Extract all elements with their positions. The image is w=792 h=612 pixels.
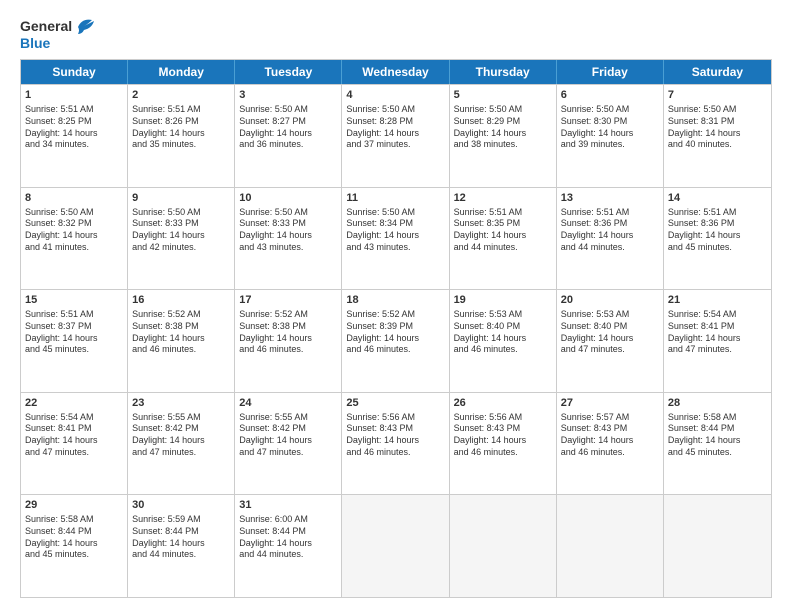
calendar-cell: 4Sunrise: 5:50 AM Sunset: 8:28 PM Daylig…	[342, 85, 449, 187]
calendar: SundayMondayTuesdayWednesdayThursdayFrid…	[20, 59, 772, 598]
header-day-monday: Monday	[128, 60, 235, 84]
calendar-cell: 11Sunrise: 5:50 AM Sunset: 8:34 PM Dayli…	[342, 188, 449, 290]
calendar-cell: 20Sunrise: 5:53 AM Sunset: 8:40 PM Dayli…	[557, 290, 664, 392]
page-header: General Blue	[20, 18, 772, 51]
calendar-cell: 1Sunrise: 5:51 AM Sunset: 8:25 PM Daylig…	[21, 85, 128, 187]
calendar-cell: 9Sunrise: 5:50 AM Sunset: 8:33 PM Daylig…	[128, 188, 235, 290]
calendar-cell: 3Sunrise: 5:50 AM Sunset: 8:27 PM Daylig…	[235, 85, 342, 187]
calendar-cell: 7Sunrise: 5:50 AM Sunset: 8:31 PM Daylig…	[664, 85, 771, 187]
calendar-row: 8Sunrise: 5:50 AM Sunset: 8:32 PM Daylig…	[21, 187, 771, 290]
calendar-cell: 13Sunrise: 5:51 AM Sunset: 8:36 PM Dayli…	[557, 188, 664, 290]
logo-bird-icon	[74, 18, 96, 36]
calendar-cell: 29Sunrise: 5:58 AM Sunset: 8:44 PM Dayli…	[21, 495, 128, 597]
calendar-cell: 15Sunrise: 5:51 AM Sunset: 8:37 PM Dayli…	[21, 290, 128, 392]
calendar-cell: 2Sunrise: 5:51 AM Sunset: 8:26 PM Daylig…	[128, 85, 235, 187]
calendar-cell: 12Sunrise: 5:51 AM Sunset: 8:35 PM Dayli…	[450, 188, 557, 290]
header-day-wednesday: Wednesday	[342, 60, 449, 84]
calendar-cell: 31Sunrise: 6:00 AM Sunset: 8:44 PM Dayli…	[235, 495, 342, 597]
calendar-cell: 23Sunrise: 5:55 AM Sunset: 8:42 PM Dayli…	[128, 393, 235, 495]
calendar-cell: 17Sunrise: 5:52 AM Sunset: 8:38 PM Dayli…	[235, 290, 342, 392]
calendar-cell: 27Sunrise: 5:57 AM Sunset: 8:43 PM Dayli…	[557, 393, 664, 495]
calendar-cell: 21Sunrise: 5:54 AM Sunset: 8:41 PM Dayli…	[664, 290, 771, 392]
calendar-header: SundayMondayTuesdayWednesdayThursdayFrid…	[21, 60, 771, 84]
calendar-cell: 24Sunrise: 5:55 AM Sunset: 8:42 PM Dayli…	[235, 393, 342, 495]
logo: General Blue	[20, 18, 96, 51]
header-day-friday: Friday	[557, 60, 664, 84]
header-day-tuesday: Tuesday	[235, 60, 342, 84]
calendar-cell: 25Sunrise: 5:56 AM Sunset: 8:43 PM Dayli…	[342, 393, 449, 495]
calendar-cell: 18Sunrise: 5:52 AM Sunset: 8:39 PM Dayli…	[342, 290, 449, 392]
calendar-cell: 10Sunrise: 5:50 AM Sunset: 8:33 PM Dayli…	[235, 188, 342, 290]
header-day-saturday: Saturday	[664, 60, 771, 84]
calendar-row: 22Sunrise: 5:54 AM Sunset: 8:41 PM Dayli…	[21, 392, 771, 495]
calendar-cell	[664, 495, 771, 597]
calendar-cell: 30Sunrise: 5:59 AM Sunset: 8:44 PM Dayli…	[128, 495, 235, 597]
calendar-cell	[557, 495, 664, 597]
logo-text-blue: Blue	[20, 36, 50, 51]
calendar-cell: 28Sunrise: 5:58 AM Sunset: 8:44 PM Dayli…	[664, 393, 771, 495]
header-day-sunday: Sunday	[21, 60, 128, 84]
header-day-thursday: Thursday	[450, 60, 557, 84]
calendar-cell: 22Sunrise: 5:54 AM Sunset: 8:41 PM Dayli…	[21, 393, 128, 495]
calendar-cell	[342, 495, 449, 597]
calendar-cell: 8Sunrise: 5:50 AM Sunset: 8:32 PM Daylig…	[21, 188, 128, 290]
calendar-cell: 19Sunrise: 5:53 AM Sunset: 8:40 PM Dayli…	[450, 290, 557, 392]
calendar-cell: 26Sunrise: 5:56 AM Sunset: 8:43 PM Dayli…	[450, 393, 557, 495]
calendar-cell: 5Sunrise: 5:50 AM Sunset: 8:29 PM Daylig…	[450, 85, 557, 187]
calendar-cell: 16Sunrise: 5:52 AM Sunset: 8:38 PM Dayli…	[128, 290, 235, 392]
logo-text-general: General	[20, 19, 72, 34]
calendar-row: 15Sunrise: 5:51 AM Sunset: 8:37 PM Dayli…	[21, 289, 771, 392]
calendar-row: 1Sunrise: 5:51 AM Sunset: 8:25 PM Daylig…	[21, 84, 771, 187]
calendar-cell: 14Sunrise: 5:51 AM Sunset: 8:36 PM Dayli…	[664, 188, 771, 290]
calendar-body: 1Sunrise: 5:51 AM Sunset: 8:25 PM Daylig…	[21, 84, 771, 597]
calendar-cell	[450, 495, 557, 597]
calendar-row: 29Sunrise: 5:58 AM Sunset: 8:44 PM Dayli…	[21, 494, 771, 597]
calendar-cell: 6Sunrise: 5:50 AM Sunset: 8:30 PM Daylig…	[557, 85, 664, 187]
